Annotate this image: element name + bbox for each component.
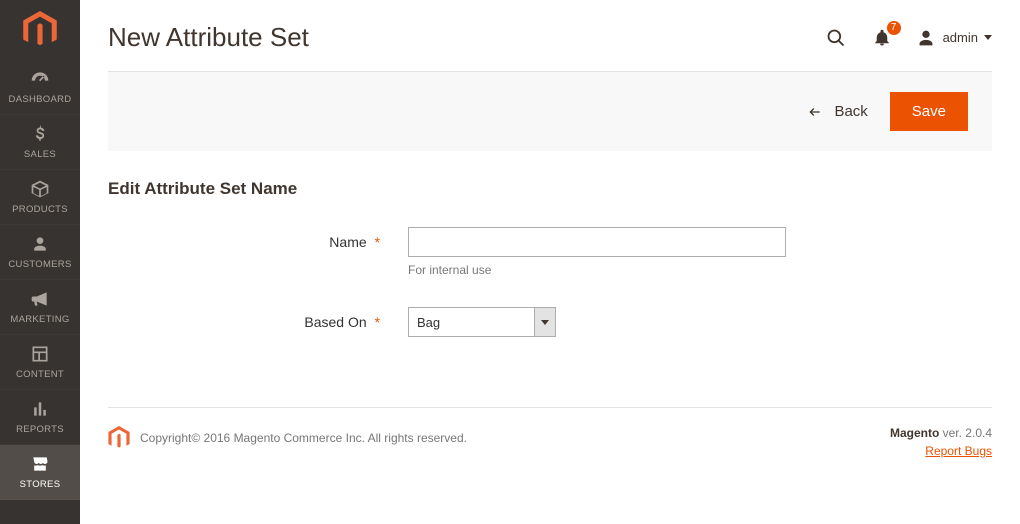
footer-right: Magento ver. 2.0.4 Report Bugs (890, 426, 992, 458)
user-icon (915, 27, 937, 49)
version-text: ver. 2.0.4 (939, 426, 992, 440)
sidebar: DASHBOARD SALES PRODUCTS CUSTOMERS MARKE… (0, 0, 80, 524)
product-name: Magento (890, 426, 939, 440)
box-icon (30, 179, 50, 199)
footer: Copyright© 2016 Magento Commerce Inc. Al… (108, 407, 992, 482)
basedon-select[interactable]: Bag (408, 307, 556, 337)
sidebar-item-label: MARKETING (10, 314, 69, 325)
chevron-down-icon (984, 35, 992, 40)
sidebar-item-label: REPORTS (16, 424, 64, 435)
footer-left: Copyright© 2016 Magento Commerce Inc. Al… (108, 426, 467, 450)
sidebar-item-customers[interactable]: CUSTOMERS (0, 225, 80, 280)
sidebar-item-sales[interactable]: SALES (0, 115, 80, 170)
save-button[interactable]: Save (890, 92, 968, 131)
content: Edit Attribute Set Name Name * For inter… (80, 151, 1020, 407)
search-icon (826, 28, 846, 48)
page-header: New Attribute Set 7 admin (80, 0, 1020, 71)
page-title: New Attribute Set (108, 22, 309, 53)
store-icon (30, 454, 50, 474)
magento-logo-icon (23, 11, 57, 49)
magento-badge-icon (108, 426, 130, 450)
sidebar-item-products[interactable]: PRODUCTS (0, 170, 80, 225)
sidebar-item-label: SALES (24, 149, 56, 160)
logo[interactable] (0, 0, 80, 60)
sidebar-item-label: PRODUCTS (12, 204, 68, 215)
required-mark: * (375, 314, 380, 330)
sidebar-item-marketing[interactable]: MARKETING (0, 280, 80, 335)
form-row-name: Name * For internal use (108, 227, 992, 277)
sidebar-item-stores[interactable]: STORES (0, 445, 80, 500)
bar-chart-icon (30, 399, 50, 419)
name-hint: For internal use (408, 263, 786, 277)
basedon-value: Bag (408, 307, 534, 337)
notifications-button[interactable]: 7 (869, 25, 895, 51)
sidebar-item-label: CUSTOMERS (8, 259, 71, 270)
megaphone-icon (30, 289, 50, 309)
basedon-field-wrapper: Bag (408, 307, 786, 337)
form-row-basedon: Based On * Bag (108, 307, 992, 337)
back-button[interactable]: Back (806, 103, 867, 120)
chevron-down-icon (541, 320, 549, 325)
admin-label: admin (943, 30, 978, 45)
required-mark: * (375, 234, 380, 250)
person-icon (30, 234, 50, 254)
section-title: Edit Attribute Set Name (108, 179, 992, 199)
sidebar-item-label: DASHBOARD (9, 94, 72, 105)
basedon-label: Based On * (108, 307, 408, 337)
admin-menu[interactable]: admin (915, 27, 992, 49)
sidebar-item-reports[interactable]: REPORTS (0, 390, 80, 445)
name-field-wrapper: For internal use (408, 227, 786, 277)
action-bar-wrapper: Back Save (108, 71, 992, 151)
back-label: Back (834, 103, 867, 120)
basedon-dropdown-toggle[interactable] (534, 307, 556, 337)
sidebar-item-content[interactable]: CONTENT (0, 335, 80, 390)
header-actions: 7 admin (823, 25, 992, 51)
notification-badge: 7 (887, 21, 901, 35)
dollar-icon (30, 124, 50, 144)
sidebar-item-label: CONTENT (16, 369, 64, 380)
main: New Attribute Set 7 admin (80, 0, 1020, 524)
arrow-left-icon (806, 105, 824, 119)
report-bugs-link[interactable]: Report Bugs (925, 444, 992, 458)
layout-icon (30, 344, 50, 364)
sidebar-item-label: STORES (20, 479, 61, 490)
name-input[interactable] (408, 227, 786, 257)
sidebar-item-dashboard[interactable]: DASHBOARD (0, 60, 80, 115)
action-bar: Back Save (108, 72, 992, 151)
copyright-text: Copyright© 2016 Magento Commerce Inc. Al… (140, 431, 467, 445)
name-label: Name * (108, 227, 408, 257)
search-button[interactable] (823, 25, 849, 51)
gauge-icon (30, 69, 50, 89)
